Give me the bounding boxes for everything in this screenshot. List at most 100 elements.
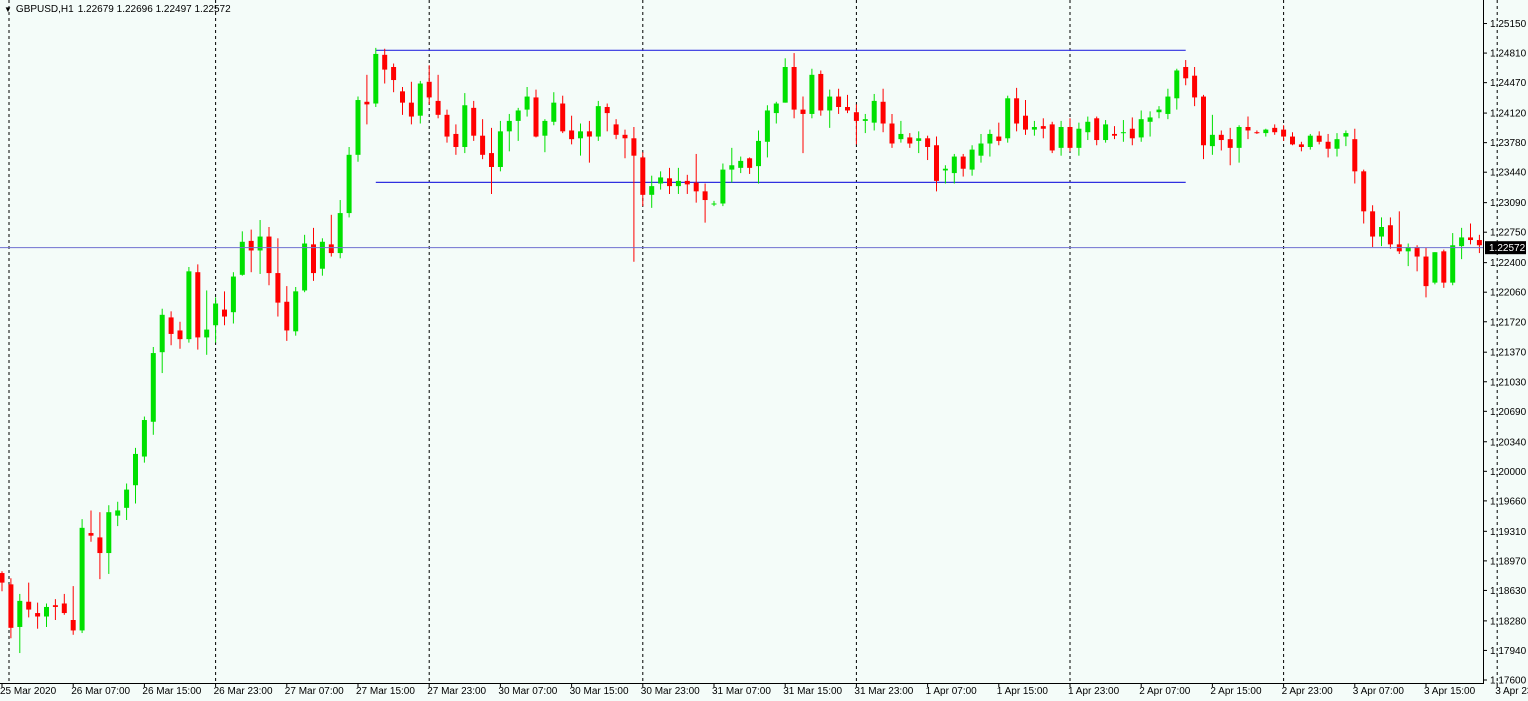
price-tick-label: 1.23780	[1490, 138, 1527, 149]
price-tick-label: 1.19660	[1490, 496, 1527, 507]
candle	[711, 200, 717, 207]
candle	[862, 113, 868, 134]
candle-body	[133, 453, 138, 486]
time-tick-label: 31 Mar 23:00	[854, 686, 913, 697]
candle-body	[1040, 126, 1046, 129]
candle-body	[319, 241, 325, 269]
candle-body	[791, 66, 797, 110]
candle-body	[1174, 70, 1180, 99]
candle	[275, 238, 281, 317]
candle-body	[1281, 129, 1287, 137]
candle-body	[17, 600, 23, 627]
candle-body	[604, 106, 610, 114]
candle	[595, 100, 601, 141]
candle-body	[613, 124, 619, 135]
candle-body	[26, 601, 32, 610]
candle-body	[1307, 135, 1313, 147]
candle	[204, 290, 210, 355]
chart-menu-triangle-icon[interactable]: ▼	[4, 5, 12, 14]
time-tick-label: 26 Mar 07:00	[71, 686, 130, 697]
candle-body	[996, 136, 1002, 141]
candle-body	[400, 91, 405, 103]
price-tick-label: 1.20690	[1490, 407, 1527, 418]
time-tick-label: 31 Mar 15:00	[783, 686, 842, 697]
time-tick-label: 1 Apr 23:00	[1068, 686, 1120, 697]
candle-body	[809, 74, 815, 114]
candle	[1067, 118, 1073, 152]
candle-body	[586, 131, 592, 137]
candle-body	[693, 182, 699, 192]
candle	[1298, 141, 1304, 152]
candle	[1103, 120, 1109, 143]
price-tick-label: 1.21370	[1490, 348, 1527, 359]
candle-body	[1201, 96, 1206, 146]
candle-body	[355, 100, 361, 155]
candle	[845, 94, 850, 114]
candle	[818, 70, 824, 116]
candle	[400, 86, 405, 115]
candle-body	[1112, 133, 1117, 136]
candlestick-chart[interactable]: 1.25150 1.24810 1.24470 1.24120 1.23780 1.234…	[0, 0, 1528, 701]
candle-body	[1218, 134, 1224, 141]
candle	[444, 109, 450, 143]
candle-body	[880, 101, 886, 124]
candle	[453, 124, 459, 155]
candle-body	[960, 156, 966, 169]
time-tick-label: 3 Apr 15:00	[1424, 686, 1476, 697]
candle-body	[1254, 132, 1260, 134]
candle	[26, 582, 32, 618]
candle-body	[1023, 115, 1028, 130]
price-axis-labels: 1.25150 1.24810 1.24470 1.24120 1.23780 1.234…	[1483, 19, 1527, 687]
candle	[640, 152, 646, 207]
candle	[230, 272, 236, 324]
candle	[693, 153, 699, 203]
candle	[871, 93, 877, 131]
candle	[1245, 116, 1251, 140]
candle-body	[898, 133, 904, 140]
candle	[35, 602, 41, 629]
candle-body	[631, 138, 637, 156]
candle-body	[88, 533, 94, 536]
candle-body	[1379, 226, 1384, 237]
candle-body	[1227, 139, 1233, 148]
candle	[1307, 133, 1313, 150]
candle-body	[533, 97, 539, 137]
candle-body	[373, 53, 379, 104]
candle-body	[222, 309, 227, 317]
candle-body	[773, 103, 779, 114]
candle	[542, 119, 548, 153]
candle	[1263, 128, 1269, 137]
candle-body	[52, 605, 58, 607]
candle-body	[551, 102, 557, 122]
candle-body	[462, 105, 468, 147]
candle-body	[1129, 128, 1135, 139]
candle-body	[141, 420, 147, 457]
candle-body	[1067, 126, 1073, 148]
candle	[1361, 169, 1367, 224]
candle	[0, 571, 5, 592]
candle-body	[471, 107, 477, 136]
candle	[213, 297, 219, 343]
candle	[17, 593, 23, 654]
candle	[1209, 114, 1215, 155]
candle	[319, 238, 325, 276]
candle	[364, 74, 370, 125]
candle	[675, 167, 681, 194]
candle	[1441, 249, 1447, 288]
candle	[764, 105, 770, 158]
time-tick-label: 1 Apr 07:00	[926, 686, 978, 697]
candle	[52, 599, 58, 621]
candle	[382, 48, 388, 84]
price-tick-label: 1.17940	[1490, 646, 1527, 657]
candle-body	[542, 120, 548, 136]
candle-body	[1236, 126, 1242, 148]
candle	[515, 107, 521, 141]
candle	[328, 214, 334, 257]
candle-body	[818, 73, 824, 111]
price-tick-label: 1.22400	[1490, 258, 1527, 269]
candle-body	[1387, 225, 1393, 245]
candle-body	[1005, 98, 1011, 139]
candle-body	[266, 236, 272, 274]
candle	[836, 88, 842, 114]
candle	[417, 80, 423, 124]
